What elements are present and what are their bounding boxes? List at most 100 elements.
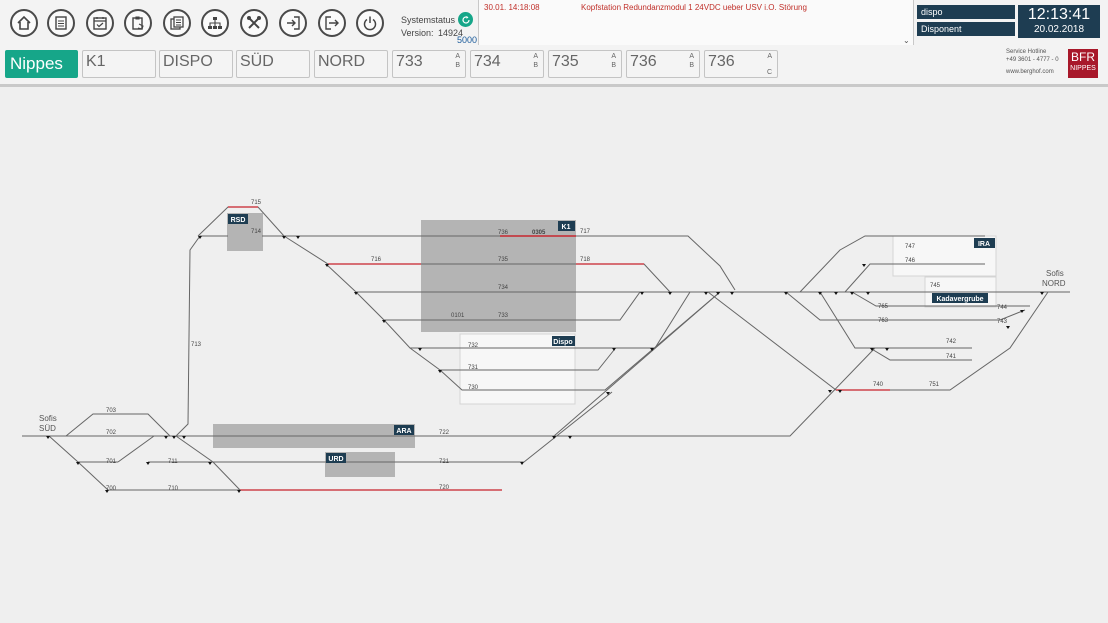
- tab-sub-a: A: [533, 53, 538, 60]
- tab-nippes[interactable]: Nippes: [5, 50, 78, 78]
- service-url[interactable]: www.berghof.com: [1006, 69, 1054, 75]
- tab-label: 733: [396, 53, 423, 70]
- print-preview-icon[interactable]: [163, 9, 191, 37]
- tab-736[interactable]: 736 A B: [626, 50, 700, 78]
- tab-sub-b: B: [689, 62, 694, 69]
- track-diagram: RSD K1 Dispo IRA Kadavergrube ARA URD So…: [22, 200, 1070, 493]
- tab-735[interactable]: 735 A B: [548, 50, 622, 78]
- track-713[interactable]: [175, 235, 228, 437]
- track-717[interactable]: [576, 235, 736, 291]
- switch-marker[interactable]: [1006, 326, 1010, 329]
- track-label: 733: [498, 313, 509, 319]
- track-716-lead[interactable]: [283, 235, 421, 265]
- track-label: 765: [878, 304, 889, 310]
- switch-marker[interactable]: [568, 436, 572, 439]
- home-icon[interactable]: [10, 9, 38, 37]
- tab-734[interactable]: 734 A B: [470, 50, 544, 78]
- zone-label-kadavergrube: Kadavergrube: [936, 296, 983, 303]
- switch-marker[interactable]: [612, 348, 616, 351]
- switch-marker[interactable]: [237, 490, 241, 493]
- track-718[interactable]: [576, 263, 671, 293]
- track-label: 713: [191, 342, 202, 348]
- track-label: 731: [468, 365, 479, 371]
- refresh-icon[interactable]: [458, 12, 473, 27]
- switch-marker[interactable]: [164, 436, 168, 439]
- version-label: Version:: [401, 28, 434, 38]
- track-label: 716: [371, 257, 382, 263]
- place-south-line1: Sofis: [39, 414, 57, 423]
- tab-nord[interactable]: NORD: [314, 50, 388, 78]
- logout-icon[interactable]: [318, 9, 346, 37]
- switch-marker[interactable]: [862, 264, 866, 267]
- system-status-label: Systemstatus: [401, 15, 456, 25]
- switch-marker[interactable]: [418, 348, 422, 351]
- clock-date: 20.02.2018: [1033, 24, 1085, 35]
- alarm-message: Kopfstation Redundanzmodul 1 24VDC ueber…: [581, 3, 807, 12]
- switch-marker[interactable]: [520, 462, 524, 465]
- chevron-down-icon[interactable]: ⌄: [903, 36, 910, 45]
- zone-label-k1: K1: [562, 224, 571, 231]
- track-label: 720: [439, 485, 450, 491]
- track-733-lead[interactable]: [355, 291, 421, 321]
- switch-marker[interactable]: [1040, 292, 1044, 295]
- switch-marker[interactable]: [640, 292, 644, 295]
- switch-marker[interactable]: [704, 292, 708, 295]
- document-list-icon[interactable]: [47, 9, 75, 37]
- track-741[interactable]: [869, 347, 972, 361]
- logo-main: BFR: [1071, 50, 1095, 64]
- switch-marker[interactable]: [730, 292, 734, 295]
- zone-label-ira: IRA: [978, 241, 990, 248]
- service-phone: +49 3601 - 4777 - 0: [1006, 57, 1059, 63]
- power-icon[interactable]: [356, 9, 384, 37]
- calendar-check-icon[interactable]: [86, 9, 114, 37]
- tab-dispo[interactable]: DISPO: [159, 50, 233, 78]
- track-701[interactable]: [48, 435, 155, 463]
- switch-marker[interactable]: [838, 390, 842, 393]
- switch-marker[interactable]: [282, 236, 286, 239]
- track-label: 718: [580, 257, 591, 263]
- alarm-panel[interactable]: 30.01. 14:18:08 Kopfstation Redundanzmod…: [478, 0, 914, 45]
- track-label: 722: [439, 430, 450, 436]
- track-703[interactable]: [65, 413, 171, 437]
- track-label: 702: [106, 430, 117, 436]
- login-icon[interactable]: [279, 9, 307, 37]
- track-label: 703: [106, 408, 117, 414]
- switch-marker[interactable]: [834, 292, 838, 295]
- switch-marker[interactable]: [850, 292, 854, 295]
- switch-marker[interactable]: [182, 436, 186, 439]
- tab-736-c[interactable]: 736 A C: [704, 50, 778, 78]
- track-734-lead[interactable]: [325, 263, 421, 293]
- track-label: 734: [498, 285, 509, 291]
- switch-marker[interactable]: [668, 292, 672, 295]
- switch-marker[interactable]: [172, 436, 176, 439]
- switch-marker[interactable]: [296, 236, 300, 239]
- train-number: 0101: [451, 313, 465, 319]
- tab-sued[interactable]: SÜD: [236, 50, 310, 78]
- switch-marker[interactable]: [46, 436, 50, 439]
- track-700[interactable]: [77, 461, 240, 491]
- tab-k1[interactable]: K1: [82, 50, 156, 78]
- zone-label-ara: ARA: [396, 428, 411, 435]
- track-label: 715: [251, 200, 262, 206]
- track-label: 714: [251, 229, 262, 235]
- tab-sub-c: C: [766, 69, 772, 76]
- tab-733[interactable]: 733 A B: [392, 50, 466, 78]
- place-north-line2: NORD: [1042, 279, 1066, 288]
- track-label: 744: [997, 305, 1008, 311]
- switch-marker[interactable]: [208, 462, 212, 465]
- switch-marker[interactable]: [866, 292, 870, 295]
- tab-sub-a: A: [455, 53, 460, 60]
- tab-label: DISPO: [163, 53, 213, 70]
- tools-icon[interactable]: [240, 9, 268, 37]
- switch-marker[interactable]: [885, 348, 889, 351]
- place-north-line1: Sofis: [1046, 269, 1064, 278]
- clipboard-hand-icon[interactable]: [124, 9, 152, 37]
- track-label: 743: [997, 319, 1008, 325]
- network-icon[interactable]: [201, 9, 229, 37]
- track-label: 747: [905, 244, 916, 250]
- track-733-out[interactable]: [576, 291, 641, 321]
- tab-label: 735: [552, 53, 579, 70]
- switch-marker[interactable]: [146, 462, 150, 465]
- clock: 12:13:41 20.02.2018: [1018, 5, 1100, 38]
- track-740[interactable]: [707, 291, 890, 391]
